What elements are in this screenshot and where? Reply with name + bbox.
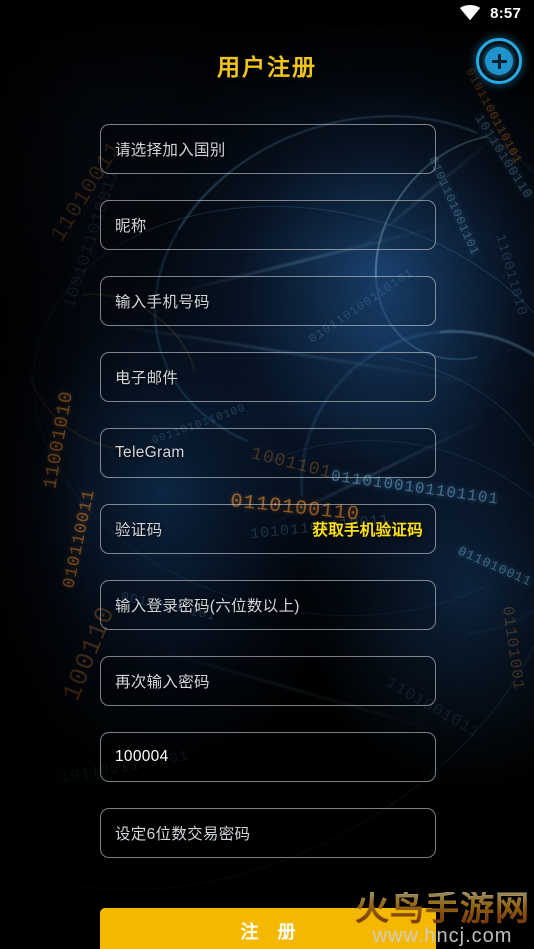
plus-vertical-bar — [497, 53, 501, 69]
trade-password-input-label: 设定6位数交易密码 — [115, 826, 251, 843]
page-title: 用户注册 — [217, 54, 317, 80]
status-time: 8:57 — [490, 4, 521, 22]
verify-code-input[interactable]: 验证码 获取手机验证码 — [100, 504, 436, 554]
nickname-input[interactable]: 昵称 — [100, 200, 436, 250]
login-password-input[interactable]: 输入登录密码(六位数以上) — [100, 580, 436, 630]
country-select[interactable]: 请选择加入国别 — [100, 124, 436, 174]
referral-code-input[interactable]: 100004 — [100, 732, 436, 782]
app-root: 10110100110 0101101001101 110011010 0110… — [0, 0, 534, 949]
nickname-input-label: 昵称 — [115, 218, 147, 235]
registration-form: 请选择加入国别 昵称 输入手机号码 电子邮件 TeleGram 验证码 获取手机… — [100, 124, 436, 884]
referral-code-value: 100004 — [115, 748, 169, 765]
email-input[interactable]: 电子邮件 — [100, 352, 436, 402]
verify-code-input-label: 验证码 — [115, 522, 163, 539]
telegram-input-label: TeleGram — [115, 444, 185, 461]
trade-password-input[interactable]: 设定6位数交易密码 — [100, 808, 436, 858]
add-button[interactable] — [476, 38, 522, 84]
telegram-input[interactable]: TeleGram — [100, 428, 436, 478]
wifi-icon — [459, 5, 481, 21]
email-input-label: 电子邮件 — [115, 370, 179, 387]
country-select-label: 请选择加入国别 — [115, 142, 226, 159]
login-password-input-label: 输入登录密码(六位数以上) — [115, 598, 300, 615]
confirm-password-input-label: 再次输入密码 — [115, 674, 210, 691]
phone-input-label: 输入手机号码 — [115, 294, 210, 311]
confirm-password-input[interactable]: 再次输入密码 — [100, 656, 436, 706]
page-header: 用户注册 — [0, 26, 534, 98]
get-sms-code-button[interactable]: 获取手机验证码 — [312, 518, 423, 540]
phone-input[interactable]: 输入手机号码 — [100, 276, 436, 326]
register-button[interactable]: 注 册 — [100, 908, 436, 949]
status-bar: 8:57 — [0, 0, 534, 26]
plus-circle-icon — [485, 47, 513, 75]
